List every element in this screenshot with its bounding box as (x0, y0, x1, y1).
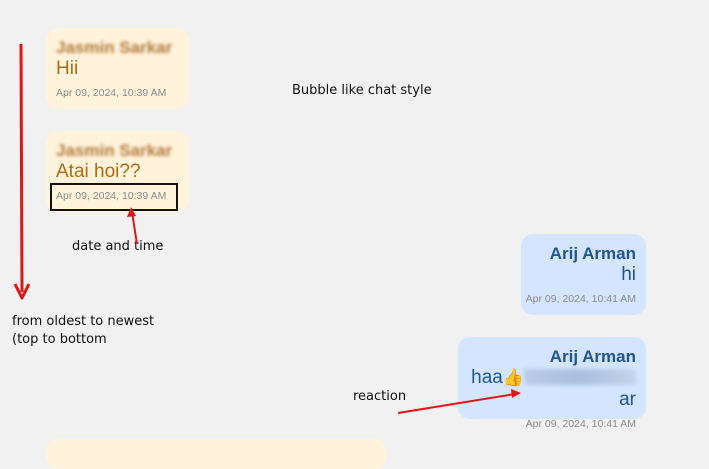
order-arrow-head (13, 283, 31, 300)
order-arrow-shaft (19, 43, 24, 293)
message-bubble-incoming-partial (46, 439, 386, 469)
annotation-date-time: date and time (72, 239, 164, 254)
reactor-name-tail: ar (619, 389, 636, 410)
annotation-reaction: reaction (353, 389, 407, 404)
annotation-order-line2: (top to bottom (12, 332, 107, 347)
annotation-order-line1: from oldest to newest (12, 314, 155, 329)
message-timestamp: Apr 09, 2024, 10:41 AM (525, 293, 636, 305)
message-text: hi (621, 264, 636, 285)
sender-name: Jasmin Sarkar (56, 141, 173, 160)
message-bubble-incoming: Jasmin Sarkar Hii Apr 09, 2024, 10:39 AM (46, 28, 189, 109)
sender-name: Arij Arman (549, 244, 636, 263)
message-text: Atai hoi?? (56, 161, 141, 182)
message-text: Hii (56, 58, 79, 79)
message-bubble-outgoing: Arij Arman haa👍 ar Apr 09, 2024, 10:41 AM (458, 337, 646, 430)
message-text: haa👍 ar (458, 367, 636, 411)
message-timestamp: Apr 09, 2024, 10:39 AM (56, 87, 167, 99)
sender-name: Jasmin Sarkar (56, 38, 173, 57)
message-bubble-outgoing: Arij Arman hi Apr 09, 2024, 10:41 AM (521, 234, 646, 315)
redacted-reactor-name (524, 369, 636, 385)
message-timestamp: Apr 09, 2024, 10:41 AM (525, 418, 636, 430)
message-bubble-incoming: Jasmin Sarkar Atai hoi?? Apr 09, 2024, 1… (46, 131, 189, 212)
annotation-order: from oldest to newest (top to bottom (12, 313, 154, 349)
reaction-thumbs-up-icon[interactable]: 👍 (503, 368, 524, 387)
message-timestamp: Apr 09, 2024, 10:39 AM (56, 190, 167, 202)
message-body: haa (471, 367, 503, 388)
annotation-chat-style: Bubble like chat style (292, 83, 432, 98)
sender-name: Arij Arman (549, 347, 636, 366)
